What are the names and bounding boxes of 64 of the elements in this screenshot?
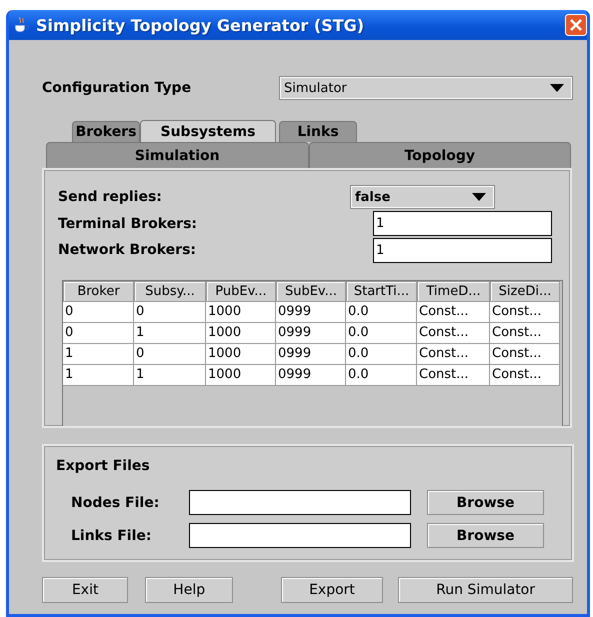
table-cell: 1000 — [206, 364, 276, 386]
tab[interactable]: Simulation — [46, 142, 308, 168]
table-cell: Const... — [417, 344, 490, 365]
column-header[interactable]: TimeD... — [417, 280, 490, 302]
dropdown[interactable]: false — [350, 185, 495, 210]
table-cell: 1000 — [206, 344, 276, 365]
table-cell: Const... — [490, 344, 560, 365]
column-header[interactable]: Subsy... — [134, 280, 206, 302]
field-label: Send replies: — [58, 189, 162, 206]
tab[interactable]: Subsystems — [140, 120, 276, 142]
column-header[interactable]: SizeDi... — [490, 280, 560, 302]
app-icon — [12, 16, 30, 34]
input-field[interactable] — [189, 523, 411, 548]
button[interactable]: Run Simulator — [398, 577, 573, 603]
field-label: Terminal Brokers: — [58, 216, 198, 232]
table-cell: 0 — [63, 322, 134, 344]
browse-button[interactable]: Browse — [427, 523, 544, 548]
browse-button[interactable]: Browse — [427, 490, 544, 515]
table-cell: 0.0 — [346, 364, 417, 386]
table-cell: 1 — [134, 364, 206, 386]
table-cell: Const... — [490, 302, 560, 323]
column-header[interactable]: SubEv... — [276, 280, 346, 302]
table-cell: 0999 — [276, 322, 346, 344]
section-title: Export Files — [56, 458, 151, 476]
button[interactable]: Help — [145, 577, 233, 603]
table-cell: 1000 — [206, 302, 276, 323]
table-cell: 1 — [63, 364, 134, 386]
dropdown-arrow-icon — [472, 193, 486, 202]
table-cell: Const... — [417, 364, 490, 386]
field-label: Network Brokers: — [58, 242, 196, 258]
field-label: Configuration Type — [42, 80, 192, 96]
tab[interactable]: Links — [279, 121, 357, 142]
window-title: Simplicity Topology Generator (STG) — [36, 16, 366, 34]
table-cell: Const... — [417, 322, 490, 344]
table-cell: 0 — [63, 302, 134, 323]
dropdown-arrow-icon — [550, 84, 564, 92]
table-cell: 0 — [134, 302, 206, 323]
button[interactable]: Exit — [42, 577, 128, 603]
column-header[interactable]: Broker — [63, 280, 134, 302]
input-field[interactable]: 1 — [373, 211, 552, 236]
table-cell: 0999 — [276, 364, 346, 386]
table-cell: 1000 — [206, 322, 276, 344]
table-cell: 0.0 — [346, 322, 417, 344]
table-cell: 0999 — [276, 344, 346, 365]
table-cell: 0.0 — [346, 302, 417, 323]
column-header[interactable]: StartTi... — [346, 280, 417, 302]
tab[interactable]: Brokers — [72, 121, 140, 142]
table-cell: 1 — [134, 322, 206, 344]
table-cell: 0 — [134, 344, 206, 365]
column-header[interactable]: PubEv... — [206, 280, 276, 302]
input-field[interactable]: 1 — [373, 238, 552, 263]
table-cell: Const... — [417, 302, 490, 323]
field-label: Nodes File: — [70, 494, 160, 510]
configuration-dropdown[interactable]: Simulator — [279, 76, 573, 100]
table-cell: 1 — [63, 344, 134, 365]
input-field[interactable] — [189, 490, 411, 515]
field-label: Links File: — [70, 528, 152, 544]
table-cell: Const... — [490, 364, 560, 386]
table-cell: 0999 — [276, 302, 346, 323]
tab[interactable]: Topology — [308, 142, 571, 168]
button[interactable]: Export — [280, 577, 384, 603]
close-button[interactable] — [565, 14, 587, 36]
table-cell: Const... — [490, 322, 560, 344]
table-cell: 0.0 — [346, 344, 417, 365]
